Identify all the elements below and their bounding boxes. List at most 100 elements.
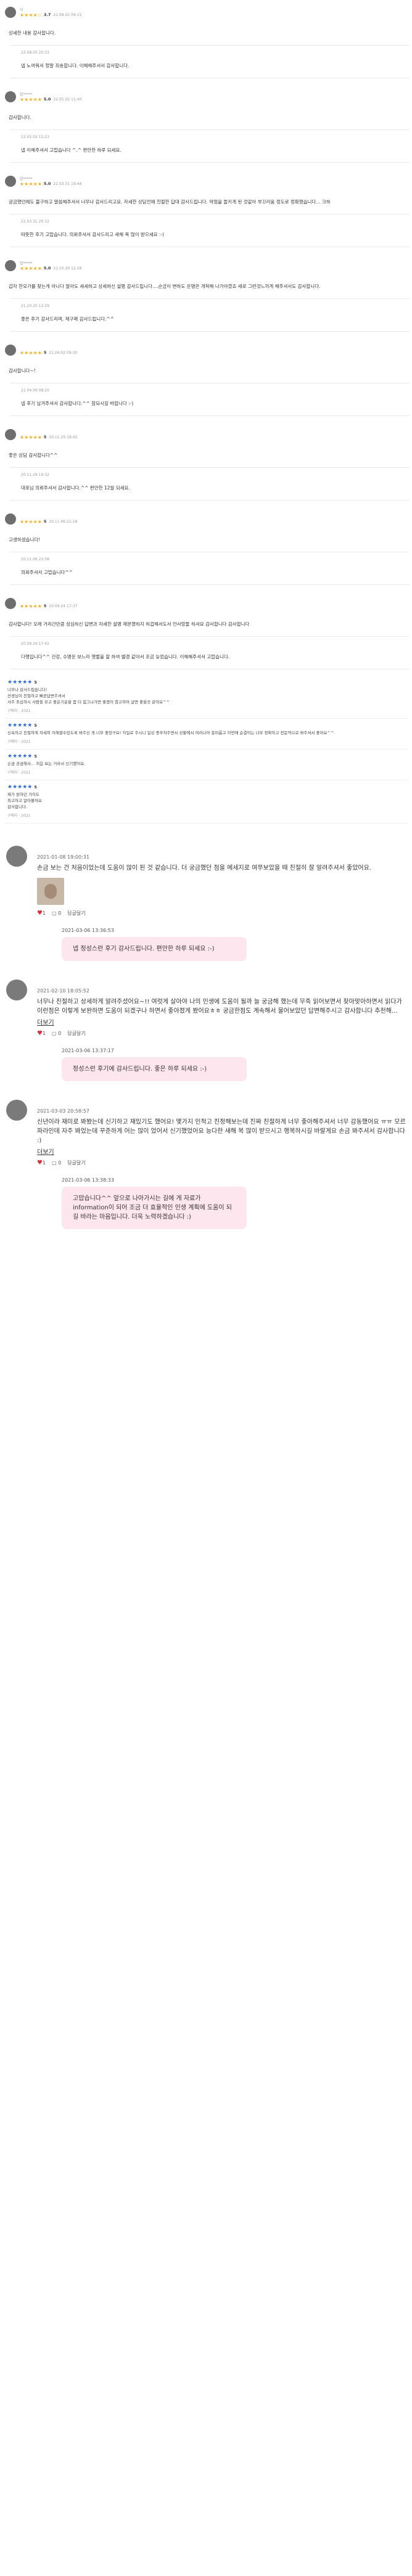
- star-rating-icon: ★★★★★: [7, 753, 33, 759]
- review-header: ★★★★★ 5 20.11.06 21:18: [2, 507, 410, 531]
- rating-score: 5: [34, 785, 37, 790]
- reply-date: 22.08.03 20:33: [21, 51, 49, 55]
- avatar: [6, 1100, 27, 1121]
- rating-score: 5: [43, 603, 47, 608]
- seller-reply: 22.05.02 12:23 넵 이해주셔서 고맙습니다 ^.^ 편안한 하루 되…: [10, 129, 410, 163]
- reviewer-name: [20, 429, 77, 434]
- reviewer-name: 밥*****: [20, 176, 33, 181]
- reply-date: 2021-03-06 13:37:17: [62, 1048, 114, 1053]
- seller-reply: 21.04.06 08:20 넵 후기 남겨주셔서 감사합니다.^^ 참되시길 바…: [10, 383, 410, 416]
- heart-icon: ♥: [37, 1159, 43, 1166]
- comment-text: 신년이라 재미로 봐봤는데 신기하고 재밌기도 했어요! 몇가지 인적고 진정해…: [37, 1119, 406, 1144]
- like-count: 1: [42, 1160, 46, 1166]
- card-review-list: ★★★★★ 5 너무나 감사드립습니다! 선생님이 친절하고 빠른답변주셔서 사주 …: [0, 676, 412, 824]
- reply-button[interactable]: 답글달기: [67, 910, 85, 917]
- review-text: 감사합니다.: [9, 115, 31, 120]
- reviewer-name: 밥*****: [20, 261, 33, 266]
- rating-row: ★★★★★ 5 20.11.29 18:42: [20, 434, 77, 441]
- rating-row: ★★★★★ 5.0 22.05.02 11:40: [20, 96, 81, 103]
- review-date: 21.10.20 12:28: [53, 266, 82, 271]
- reply-text: 넵 노여워서 정말 죄송합니다. 이해해주셔서 감사합니다.: [21, 63, 130, 68]
- review-date: 20.11.06 21:18: [49, 519, 78, 524]
- reply-button[interactable]: 답글달기: [67, 1030, 85, 1037]
- star-rating-icon: ★★★★★: [7, 679, 33, 685]
- review-meta: ★★★★★ 5 20.11.29 18:42: [20, 429, 77, 441]
- reply-text: 대포님 의뢰주셔서 감사합니다.^^ 편안한 12월 되세요.: [21, 485, 130, 491]
- comment-count-button[interactable]: ▢ 0: [52, 1031, 61, 1036]
- review-item: ★★★★★ 5 20.09.24 17:37 감사합니다! 오래 거리간만큼 성심하신…: [2, 591, 410, 669]
- comment-text: 너무나 친절하고 상세하게 알려주셨어요~!! 여럿게 살아야 나의 인생에 도…: [37, 999, 402, 1015]
- comment-actions: ♥1 ▢ 0 답글달기: [37, 1159, 406, 1166]
- comment-count-button[interactable]: ▢ 0: [52, 1160, 61, 1166]
- review-meta: ★★★★★ 5 20.09.24 17:37: [20, 598, 77, 610]
- comment-item: 2021-03-03 20:58:57 신년이라 재미로 봐봤는데 신기하고 재밌…: [6, 1090, 406, 1175]
- seller-reply: 20.09.24 17:42 다행입니다^^ 건강, 수명운 보느라 햇볕을 잘 …: [10, 636, 410, 669]
- like-button[interactable]: ♥1: [37, 910, 46, 917]
- review-item: 밥***** ★★★★★ 5.0 21.10.20 12:28 갑자 한모가를 찾는게 …: [2, 253, 410, 332]
- review-date: 22.03.31 19:44: [53, 181, 82, 186]
- card-review: ★★★★★ 5 너무나 감사드립습니다! 선생님이 친절하고 빠른답변주셔서 사주 …: [5, 676, 407, 719]
- more-link[interactable]: 더보기: [37, 1147, 406, 1156]
- star-rating-icon: ★★★★★: [20, 96, 42, 102]
- reviewer-name: 밥*****: [20, 92, 33, 97]
- star-rating-icon: ★★★★★: [20, 181, 42, 187]
- comment-date: 2021-02-10 18:05:52: [37, 988, 89, 994]
- comment-count: 0: [58, 1160, 62, 1166]
- seller-reply: 22.03.31 20:12 따뜻한 후기 고맙습니다. 의뢰주셔서 감사드리고 …: [10, 214, 410, 247]
- review-date: 20.09.24 17:37: [49, 603, 78, 608]
- review-text: 상세한 내용 감사합니다.: [9, 30, 56, 36]
- rating-score: 5: [43, 434, 47, 440]
- reply-date: 20.11.06 21:38: [21, 557, 49, 562]
- avatar: [5, 7, 16, 18]
- reply-text: 다행입니다^^ 건강, 수명운 보느라 햇볕을 잘 하여 별경 같아서 조금 늦…: [21, 654, 230, 660]
- card-review-text: 너무나 감사드립습니다! 선생님이 친절하고 빠른답변주셔서 사주 조심하시 사…: [7, 687, 170, 705]
- seller-reply: 2021-03-06 13:37:17 정성스런 후기에 감사드립니다. 좋은 하…: [62, 1048, 247, 1081]
- reviewer-name: [20, 598, 77, 603]
- reply-button[interactable]: 답글달기: [67, 1159, 85, 1166]
- comment-count-button[interactable]: ▢ 0: [52, 910, 61, 916]
- star-rating-icon: ★★★★★: [20, 518, 42, 525]
- reply-text: 넵 후기 남겨주셔서 감사합니다.^^ 참되시길 바랍니다 :-): [21, 401, 134, 406]
- comment-item: 2021-02-10 18:05:52 너무나 친절하고 상세하게 알려주셨어요~…: [6, 970, 406, 1045]
- like-button[interactable]: ♥1: [37, 1159, 46, 1166]
- review-header: 밥***** ★★★★★ 5.0 22.05.02 11:40: [2, 84, 410, 109]
- rating-row: ★★★★☆ 3.7 22.08.02 09:15: [20, 12, 81, 18]
- comment-count: 0: [58, 1031, 62, 1036]
- avatar: [5, 176, 16, 187]
- palm-photo-thumbnail[interactable]: [37, 878, 64, 905]
- star-rating-icon: ★★★★★: [20, 350, 42, 356]
- commenter-name: [37, 979, 406, 988]
- like-button[interactable]: ♥1: [37, 1030, 46, 1037]
- seller-reply: 2021-03-06 13:36:53 넵 정성스런 후기 감사드립니다. 편안한…: [62, 928, 247, 961]
- card-review: ★★★★★ 5 신속하고 친절하게 자세히 이해할수있도록 봐주신 게 너무 좋았구…: [5, 719, 407, 750]
- rating-row: ★★★★★ 5 20.11.06 21:18: [20, 518, 77, 525]
- reply-date: 21.04.06 08:20: [21, 388, 49, 393]
- rating-row: ★★★★★ 5: [7, 784, 405, 790]
- seller-reply: 20.11.29 19:32 대포님 의뢰주셔서 감사합니다.^^ 편안한 12월…: [10, 467, 410, 501]
- reply-date: 2021-03-06 13:36:53: [62, 928, 114, 933]
- reply-date: 20.09.24 17:42: [21, 642, 49, 646]
- rating-score: 5: [43, 518, 47, 524]
- star-rating-icon: ★★★★★: [20, 265, 42, 271]
- review-header: ★★★★★ 5 20.11.29 18:42: [2, 422, 410, 447]
- card-review-footer: 구매자 · 2021: [7, 814, 31, 818]
- rating-row: ★★★★★ 5 21.04.02 09:30: [20, 350, 77, 356]
- review-header: 이 ★★★★☆ 3.7 22.08.02 09:15: [2, 0, 410, 25]
- heart-icon: ♥: [37, 910, 43, 917]
- card-review-text: 제가 원하던 가이도 최고하고 알아볼까요 감사합니다.: [7, 792, 42, 809]
- card-review-footer: 구매자 · 2021: [7, 709, 31, 713]
- seller-reply: 22.08.03 20:33 넵 노여워서 정말 죄송합니다. 이해해주셔서 감사…: [10, 45, 410, 78]
- review-item: ★★★★★ 5 20.11.29 18:42 좋은 상담 감사합니다^^ 20.11.2…: [2, 422, 410, 501]
- rating-row: ★★★★★ 5: [7, 722, 405, 729]
- review-header: 밥***** ★★★★★ 5.0 21.10.20 12:28: [2, 253, 410, 278]
- review-meta: ★★★★★ 5 21.04.02 09:30: [20, 345, 77, 356]
- comment-icon: ▢: [52, 1160, 59, 1166]
- comment-item: 2021-01-08 19:00:31 손금 보는 건 처음이었는데 도움이 많이…: [6, 836, 406, 925]
- commenter-name: [37, 846, 406, 854]
- avatar: [6, 979, 27, 1000]
- review-text: 감사합니다~!: [9, 368, 36, 374]
- review-meta: ★★★★★ 5 20.11.06 21:18: [20, 513, 77, 525]
- comment-text: 손금 보는 건 처음이었는데 도움이 많이 된 것 같습니다. 더 궁금했던 점…: [37, 865, 371, 872]
- more-link[interactable]: 더보기: [37, 1017, 406, 1026]
- avatar: [5, 598, 16, 609]
